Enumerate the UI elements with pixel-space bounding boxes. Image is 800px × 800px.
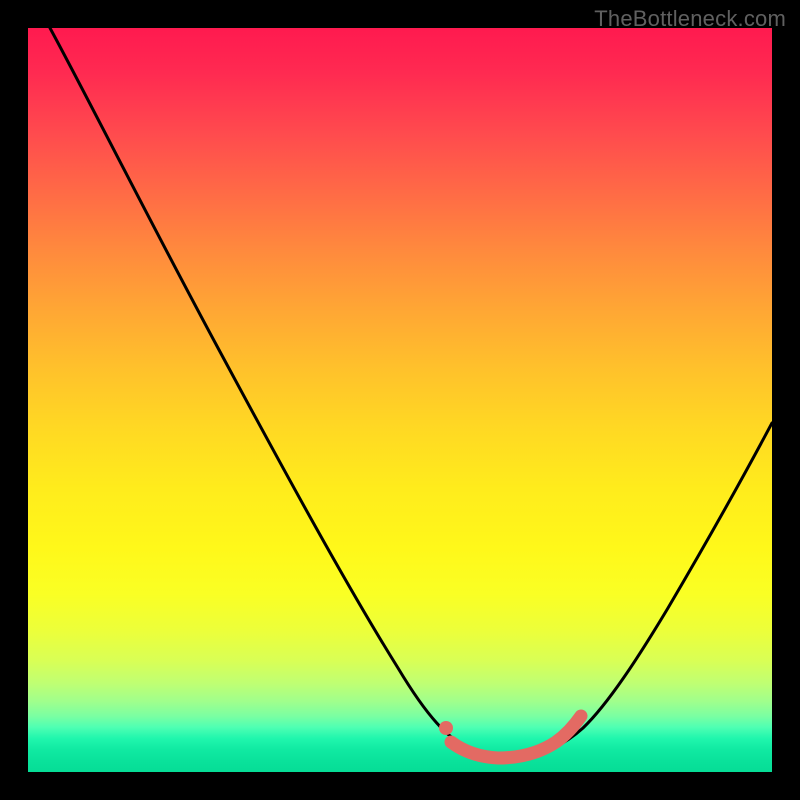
highlight-flat-path: [451, 716, 581, 758]
watermark-text: TheBottleneck.com: [594, 6, 786, 32]
highlight-dot: [439, 721, 453, 735]
bottleneck-curve-path: [50, 28, 772, 757]
curve-layer: [28, 28, 772, 772]
chart-container: TheBottleneck.com: [0, 0, 800, 800]
plot-area: [28, 28, 772, 772]
